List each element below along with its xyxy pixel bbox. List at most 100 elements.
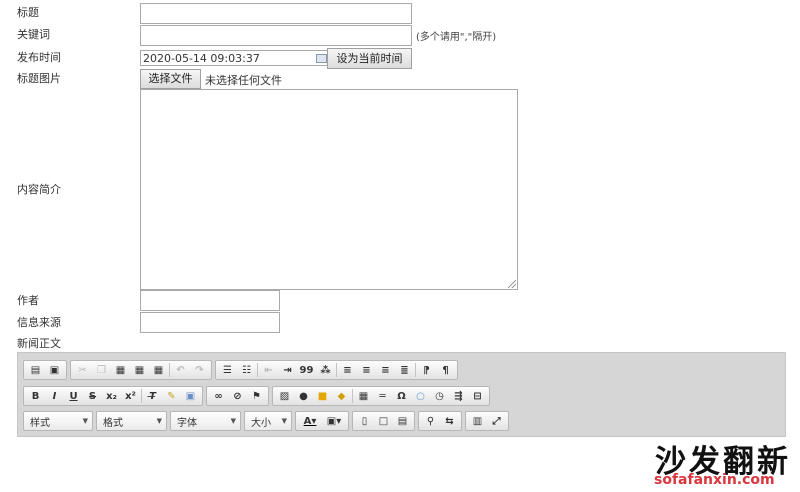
- div-container-icon[interactable]: ⁂: [316, 361, 335, 379]
- redo-icon[interactable]: ↷: [190, 361, 209, 379]
- horizontal-rule-icon[interactable]: ═: [373, 387, 392, 405]
- separator: [352, 389, 353, 403]
- copy-icon[interactable]: ❐: [92, 361, 111, 379]
- author-label: 作者: [17, 294, 39, 307]
- keywords-input[interactable]: [140, 25, 412, 46]
- separator: [336, 363, 337, 377]
- code-icon[interactable]: ⊟: [468, 387, 487, 405]
- align-justify-icon[interactable]: ≣: [395, 361, 414, 379]
- summary-label: 内容简介: [17, 183, 61, 196]
- set-current-time-button[interactable]: 设为当前时间: [327, 48, 412, 69]
- find-icon[interactable]: ⚲: [421, 412, 440, 430]
- source-input[interactable]: [140, 312, 280, 333]
- bold-icon[interactable]: B: [26, 387, 45, 405]
- unlink-icon[interactable]: ⊘: [228, 387, 247, 405]
- align-right-icon[interactable]: ≡: [376, 361, 395, 379]
- separator: [415, 363, 416, 377]
- no-file-text: 未选择任何文件: [205, 74, 282, 87]
- time-icon[interactable]: ◷: [430, 387, 449, 405]
- paste-icon[interactable]: ▦: [111, 361, 130, 379]
- anchor-flag-icon[interactable]: ⚑: [247, 387, 266, 405]
- style-combo-label: 样式: [30, 417, 50, 429]
- media-icon[interactable]: ■: [313, 387, 332, 405]
- keywords-label: 关键词: [17, 28, 50, 41]
- tools-group-3: ▥ ⤢: [465, 411, 509, 431]
- format-combo[interactable]: 格式 ▼: [96, 411, 167, 431]
- cut-icon[interactable]: ✂: [73, 361, 92, 379]
- basic-styles-group: B I U S x₂ x² T̶ ✎ ▣: [23, 386, 203, 406]
- links-group: ∞ ⊘ ⚑: [206, 386, 269, 406]
- style-combo[interactable]: 样式 ▼: [23, 411, 93, 431]
- bulleted-list-icon[interactable]: ☷: [237, 361, 256, 379]
- tools-group-1: ▯ □ ▤: [352, 411, 415, 431]
- separator: [257, 363, 258, 377]
- ltr-icon[interactable]: ⁋: [417, 361, 436, 379]
- size-combo-label: 大小: [251, 417, 271, 429]
- title-image-label: 标题图片: [17, 72, 61, 85]
- replace-icon[interactable]: ⇆: [440, 412, 459, 430]
- paste-word-icon[interactable]: ▦: [149, 361, 168, 379]
- summary-textarea[interactable]: [140, 89, 518, 290]
- source-label: 信息来源: [17, 316, 61, 329]
- calendar-icon[interactable]: [316, 54, 327, 63]
- outdent-icon[interactable]: ⇤: [259, 361, 278, 379]
- copy-format-icon[interactable]: ✎: [162, 387, 181, 405]
- document-group: ▤ ▣: [23, 360, 67, 380]
- chevron-down-icon: ▼: [230, 417, 236, 425]
- toolbar-row-3: 样式 ▼ 格式 ▼ 字体 ▼ 大小 ▼ A▾ ▣▾ ▯ □ ▤ ⚲ ⇆ ▥ ⤢: [23, 411, 509, 431]
- link-icon[interactable]: ∞: [209, 387, 228, 405]
- blockquote-icon[interactable]: 99: [297, 361, 316, 379]
- superscript-icon[interactable]: x²: [121, 387, 140, 405]
- background-color-icon[interactable]: ▣▾: [322, 412, 346, 430]
- table-icon[interactable]: ▦: [354, 387, 373, 405]
- toolbar-row-2: B I U S x₂ x² T̶ ✎ ▣ ∞ ⊘ ⚑ ▨ ● ■ ◆ ▦ ═ Ω…: [23, 386, 490, 406]
- remove-format-icon[interactable]: T̶: [143, 387, 162, 405]
- italic-icon[interactable]: I: [45, 387, 64, 405]
- paste-text-icon[interactable]: ▦: [130, 361, 149, 379]
- strike-icon[interactable]: S: [83, 387, 102, 405]
- toolbar-row-1: ▤ ▣ ✂ ❐ ▦ ▦ ▦ ↶ ↷ ☰ ☷ ⇤ ⇥ 99 ⁂ ≡ ≡ ≡ ≣ ⁋…: [23, 360, 458, 380]
- choose-file-button[interactable]: 选择文件: [140, 69, 201, 89]
- font-combo-label: 字体: [177, 417, 197, 429]
- clipboard-group: ✂ ❐ ▦ ▦ ▦ ↶ ↷: [70, 360, 212, 380]
- resize-grip-icon[interactable]: [508, 280, 516, 288]
- emoticon-icon[interactable]: ○: [411, 387, 430, 405]
- chevron-down-icon: ▼: [156, 417, 162, 425]
- image-icon[interactable]: ▨: [275, 387, 294, 405]
- subscript-icon[interactable]: x₂: [102, 387, 121, 405]
- print-icon[interactable]: ▣: [45, 361, 64, 379]
- new-page-icon[interactable]: □: [374, 412, 393, 430]
- editor-toolbar: ▤ ▣ ✂ ❐ ▦ ▦ ▦ ↶ ↷ ☰ ☷ ⇤ ⇥ 99 ⁂ ≡ ≡ ≡ ≣ ⁋…: [17, 352, 786, 437]
- undo-icon[interactable]: ↶: [171, 361, 190, 379]
- form-icon[interactable]: ▣: [181, 387, 200, 405]
- chevron-down-icon: ▼: [281, 417, 287, 425]
- title-input[interactable]: [140, 3, 412, 24]
- document-icon[interactable]: ▤: [393, 412, 412, 430]
- maximize-page-icon[interactable]: ▯: [355, 412, 374, 430]
- publish-time-input[interactable]: [140, 50, 328, 66]
- size-combo[interactable]: 大小 ▼: [244, 411, 292, 431]
- indent-icon[interactable]: ⇥: [278, 361, 297, 379]
- fullscreen-icon[interactable]: ⤢: [487, 412, 506, 430]
- numbered-list-icon[interactable]: ☰: [218, 361, 237, 379]
- page-break-icon[interactable]: ⇶: [449, 387, 468, 405]
- separator: [169, 363, 170, 377]
- template-icon[interactable]: ◆: [332, 387, 351, 405]
- watermark-en: sofafanxin.com: [654, 472, 775, 488]
- publish-time-label: 发布时间: [17, 51, 61, 64]
- rtl-icon[interactable]: ¶: [436, 361, 455, 379]
- font-combo[interactable]: 字体 ▼: [170, 411, 241, 431]
- flash-icon[interactable]: ●: [294, 387, 313, 405]
- separator: [141, 389, 142, 403]
- underline-icon[interactable]: U: [64, 387, 83, 405]
- news-body-label: 新闻正文: [17, 337, 61, 350]
- keywords-hint: (多个请用","隔开): [416, 32, 497, 43]
- tools-group-2: ⚲ ⇆: [418, 411, 462, 431]
- align-left-icon[interactable]: ≡: [338, 361, 357, 379]
- align-center-icon[interactable]: ≡: [357, 361, 376, 379]
- special-char-icon[interactable]: Ω: [392, 387, 411, 405]
- text-color-icon[interactable]: A▾: [298, 412, 322, 430]
- source-icon[interactable]: ▥: [468, 412, 487, 430]
- preview-icon[interactable]: ▤: [26, 361, 45, 379]
- author-input[interactable]: [140, 290, 280, 311]
